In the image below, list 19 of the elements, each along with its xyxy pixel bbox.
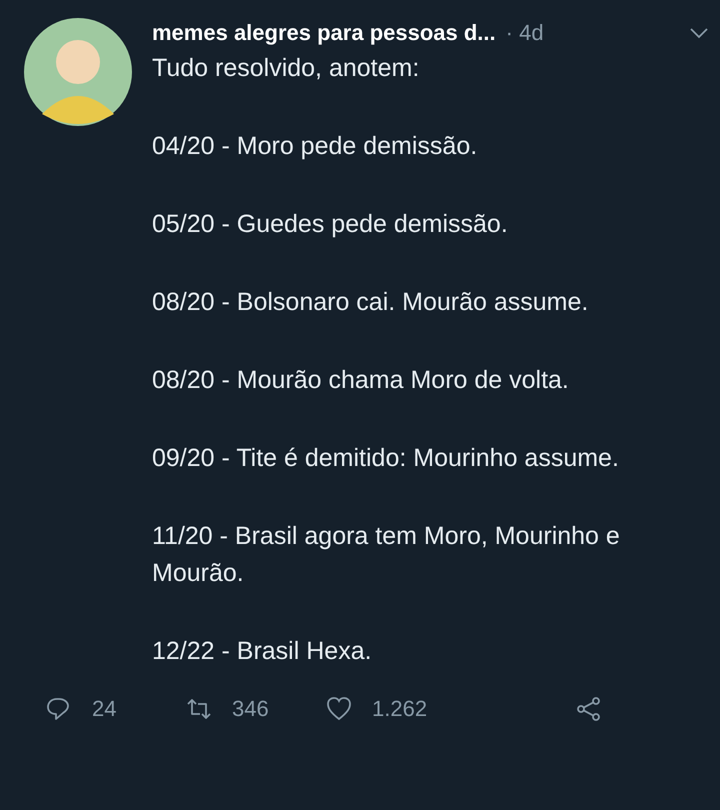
tweet-text: 05/20 - Guedes pede demissão. (152, 209, 509, 240)
avatar[interactable] (24, 18, 132, 126)
action-count: 24 (92, 696, 116, 722)
action-count: 1.262 (372, 696, 428, 722)
tweet-text: 08/20 - Bolsonaro cai. Mourão assume. (152, 287, 590, 318)
tweet-text: 09/20 - Tite é demitido: Mourinho assume. (152, 443, 620, 474)
tweet-text: 08/20 - Mourão chama Moro de volta. (152, 365, 570, 396)
tweet-text: 11/20 - Brasil agora tem Moro, Mourinho e Mourão. (152, 521, 621, 589)
action-count: 346 (232, 696, 269, 722)
author-name[interactable]: memes alegres para pessoas d... (152, 20, 496, 46)
heart-icon[interactable] (326, 696, 352, 722)
share-icon[interactable] (576, 696, 602, 722)
chevron-down-icon[interactable] (690, 28, 708, 38)
tweet-text: 12/22 - Brasil Hexa. (152, 636, 373, 667)
tweet-text: Tudo resolvido, anotem: (152, 53, 420, 84)
reply-icon[interactable] (46, 696, 72, 722)
tweet-text: 04/20 - Moro pede demissão. (152, 131, 478, 162)
tweet-age: · 4d (506, 20, 544, 46)
retweet-icon[interactable] (186, 696, 212, 722)
